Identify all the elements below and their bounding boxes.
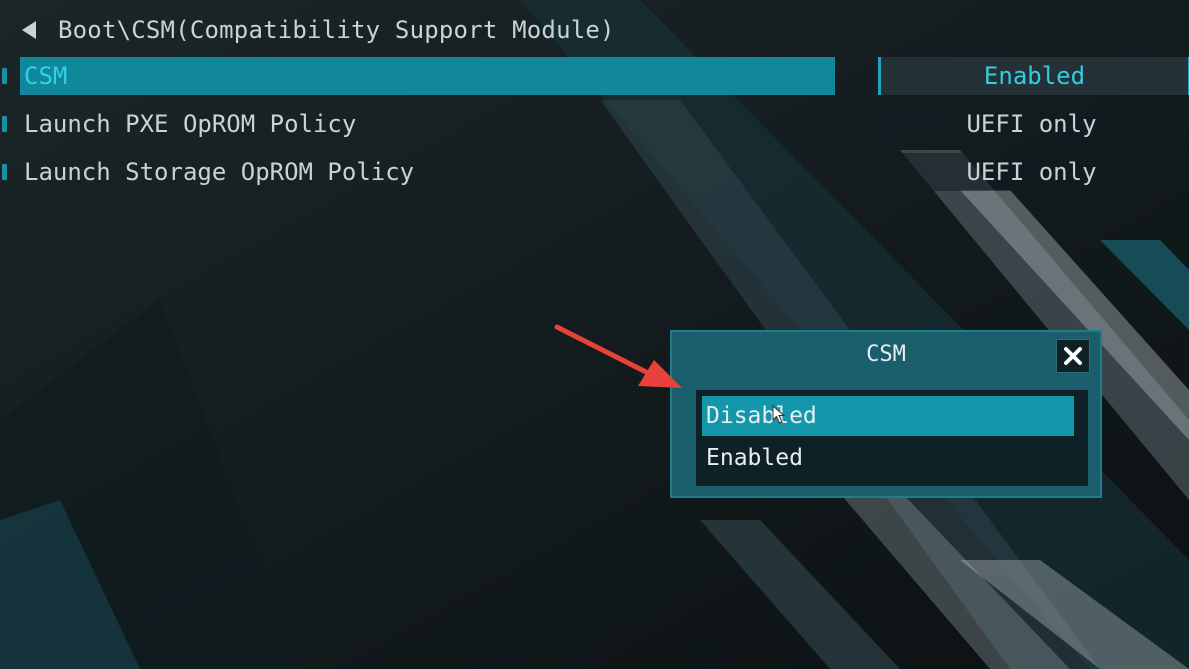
option-disabled[interactable]: Disabled xyxy=(702,396,1074,436)
dialog-title: CSM xyxy=(866,342,906,367)
setting-label: Launch Storage OpROM Policy xyxy=(24,158,415,186)
mouse-cursor-icon xyxy=(772,405,786,424)
option-enabled[interactable]: Enabled xyxy=(702,438,1074,478)
setting-label: Launch PXE OpROM Policy xyxy=(24,110,357,138)
back-arrow-icon[interactable] xyxy=(22,21,36,39)
close-button[interactable] xyxy=(1056,339,1090,373)
breadcrumb-path: Boot\CSM(Compatibility Support Module) xyxy=(58,16,615,44)
row-highlight xyxy=(20,57,835,95)
breadcrumb: Boot\CSM(Compatibility Support Module) xyxy=(18,14,615,46)
setting-row-pxe-oprom[interactable]: Launch PXE OpROM Policy xyxy=(0,105,840,143)
csm-option-dialog: CSM Disabled Enabled xyxy=(670,330,1102,498)
row-marker xyxy=(2,68,7,84)
setting-value-storage-oprom[interactable]: UEFI only xyxy=(878,153,1185,191)
setting-value-csm[interactable]: Enabled xyxy=(878,57,1189,95)
setting-value-pxe-oprom[interactable]: UEFI only xyxy=(878,105,1185,143)
row-marker xyxy=(2,164,7,180)
setting-row-storage-oprom[interactable]: Launch Storage OpROM Policy xyxy=(0,153,840,191)
setting-label: CSM xyxy=(24,62,68,90)
dialog-option-list: Disabled Enabled xyxy=(696,390,1088,486)
close-icon xyxy=(1064,347,1082,365)
setting-row-csm[interactable]: CSM xyxy=(0,57,840,95)
row-marker xyxy=(2,116,7,132)
